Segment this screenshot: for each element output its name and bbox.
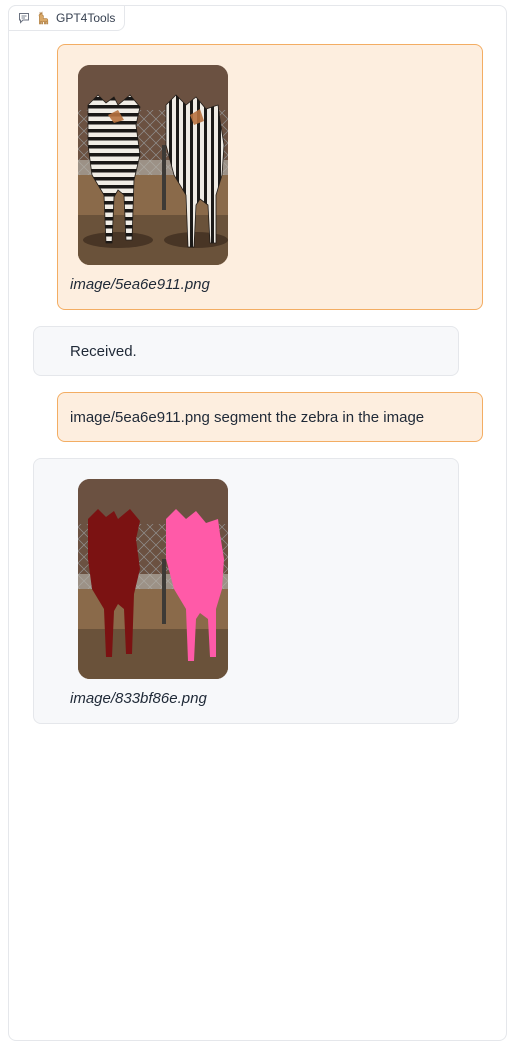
- bot-message-text: Received.: [33, 326, 459, 376]
- llama-emoji-icon: [36, 11, 50, 25]
- bot-message-image: image/833bf86e.png: [33, 458, 459, 724]
- chatbot-label-text: GPT4Tools: [56, 11, 116, 25]
- user-message-text: image/5ea6e911.png segment the zebra in …: [57, 392, 483, 442]
- image-caption: image/833bf86e.png: [70, 690, 207, 707]
- image-caption: image/5ea6e911.png: [70, 276, 210, 293]
- chatbot-label: GPT4Tools: [8, 5, 126, 31]
- zebras-photo[interactable]: [78, 65, 228, 265]
- message-text: Received.: [70, 343, 137, 360]
- user-message-image: image/5ea6e911.png: [57, 44, 483, 310]
- message-text: image/5ea6e911.png segment the zebra in …: [70, 409, 425, 426]
- chat-icon: [18, 12, 30, 24]
- zebras-segmentation-mask[interactable]: [78, 479, 228, 679]
